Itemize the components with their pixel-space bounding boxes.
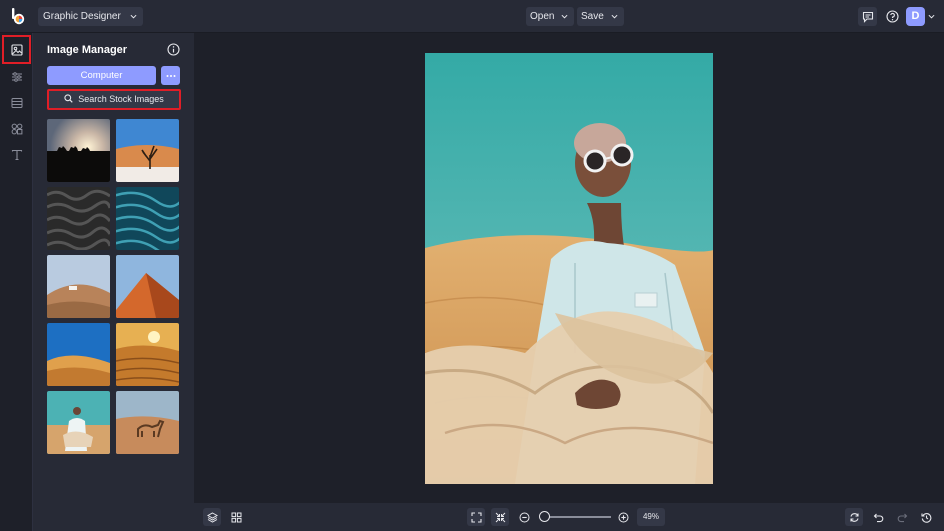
rail-item-layouts[interactable] (4, 90, 29, 115)
image-thumbnail[interactable] (116, 391, 179, 454)
camel-desert-image (116, 391, 179, 454)
more-options-button[interactable] (161, 66, 180, 85)
refresh-icon (849, 512, 859, 522)
zoom-out-icon (519, 512, 529, 522)
feedback-button[interactable] (858, 7, 877, 26)
actual-size-button[interactable] (491, 508, 509, 526)
rail-item-graphics[interactable] (4, 116, 29, 141)
top-bar: Graphic Designer Open Save D (0, 0, 944, 33)
chevron-down-icon (130, 14, 137, 19)
zoom-out-button[interactable] (515, 508, 533, 526)
canvas-workspace (194, 33, 944, 503)
panel-title: Image Manager (47, 44, 128, 56)
computer-upload-button[interactable]: Computer (47, 66, 156, 85)
zoom-level-value[interactable]: 49% (637, 508, 665, 526)
bottom-toolbar: 49% (194, 503, 944, 531)
dead-tree-desert-image (116, 119, 179, 182)
image-thumbnail[interactable] (47, 255, 110, 318)
image-thumbnail[interactable] (47, 323, 110, 386)
rail-item-text[interactable] (4, 142, 29, 167)
shapes-icon (11, 123, 22, 134)
tool-rail (0, 33, 33, 531)
chevron-down-icon (561, 14, 568, 19)
desert-sunset-ripples-image (116, 323, 179, 386)
open-button[interactable]: Open (526, 7, 575, 26)
zoom-in-icon (618, 512, 628, 522)
zoom-in-button[interactable] (614, 508, 632, 526)
chevron-down-icon (611, 14, 618, 19)
image-thumbnail[interactable] (47, 391, 110, 454)
undo-icon (873, 513, 883, 522)
open-button-label: Open (530, 11, 555, 22)
rail-item-adjustments[interactable] (4, 64, 29, 89)
image-thumbnail[interactable] (116, 255, 179, 318)
chevron-down-icon[interactable] (928, 13, 935, 20)
image-icon (10, 43, 23, 56)
app-logo-icon[interactable] (9, 7, 28, 26)
model-desert-thumbnail-image (47, 391, 110, 454)
user-avatar[interactable]: D (906, 7, 925, 26)
shrink-icon (495, 512, 505, 522)
save-button[interactable]: Save (577, 7, 624, 26)
history-icon (920, 512, 931, 523)
history-button[interactable] (917, 508, 935, 526)
grid-button[interactable] (227, 508, 245, 526)
help-icon (886, 10, 899, 23)
camel-silhouette-sunset-image (47, 119, 110, 182)
layers-button[interactable] (203, 508, 221, 526)
search-stock-images-label: Search Stock Images (78, 94, 164, 104)
fit-to-screen-button[interactable] (467, 508, 485, 526)
grid-icon (231, 512, 241, 522)
info-icon[interactable] (167, 43, 180, 56)
blue-sand-ripples-image (116, 187, 179, 250)
undo-button[interactable] (869, 508, 887, 526)
golden-dunes-blue-sky-image (47, 323, 110, 386)
image-thumbnail[interactable] (47, 187, 110, 250)
redo-button[interactable] (893, 508, 911, 526)
zoom-slider-track[interactable] (543, 516, 611, 518)
chat-icon (862, 11, 873, 23)
model-in-desert-photo (425, 53, 713, 484)
reset-button[interactable] (845, 508, 863, 526)
canvas-artboard[interactable] (425, 53, 713, 484)
more-dots-icon (166, 74, 175, 77)
image-thumbnail[interactable] (47, 119, 110, 182)
dune-jeep-image (47, 255, 110, 318)
search-icon (64, 94, 73, 103)
layers-icon (206, 511, 218, 523)
search-stock-images-button[interactable]: Search Stock Images (47, 89, 181, 110)
expand-icon (470, 511, 482, 523)
mode-dropdown-label: Graphic Designer (43, 11, 121, 22)
save-button-label: Save (581, 11, 604, 22)
image-thumbnail[interactable] (116, 119, 179, 182)
mode-dropdown[interactable]: Graphic Designer (38, 7, 143, 26)
text-icon (11, 149, 22, 160)
black-sand-texture-image (47, 187, 110, 250)
zoom-slider-handle[interactable] (539, 511, 550, 522)
layout-icon (11, 97, 22, 108)
sliders-icon (11, 71, 22, 82)
image-thumbnail[interactable] (116, 323, 179, 386)
redo-icon (897, 513, 907, 522)
rail-item-image-manager[interactable] (2, 35, 31, 64)
image-manager-panel: Image Manager Computer Search Stock Imag… (33, 33, 194, 531)
image-thumbnail[interactable] (116, 187, 179, 250)
app-window: Graphic Designer Open Save D Image Manag… (0, 0, 944, 531)
orange-dune-image (116, 255, 179, 318)
help-button[interactable] (883, 7, 902, 26)
